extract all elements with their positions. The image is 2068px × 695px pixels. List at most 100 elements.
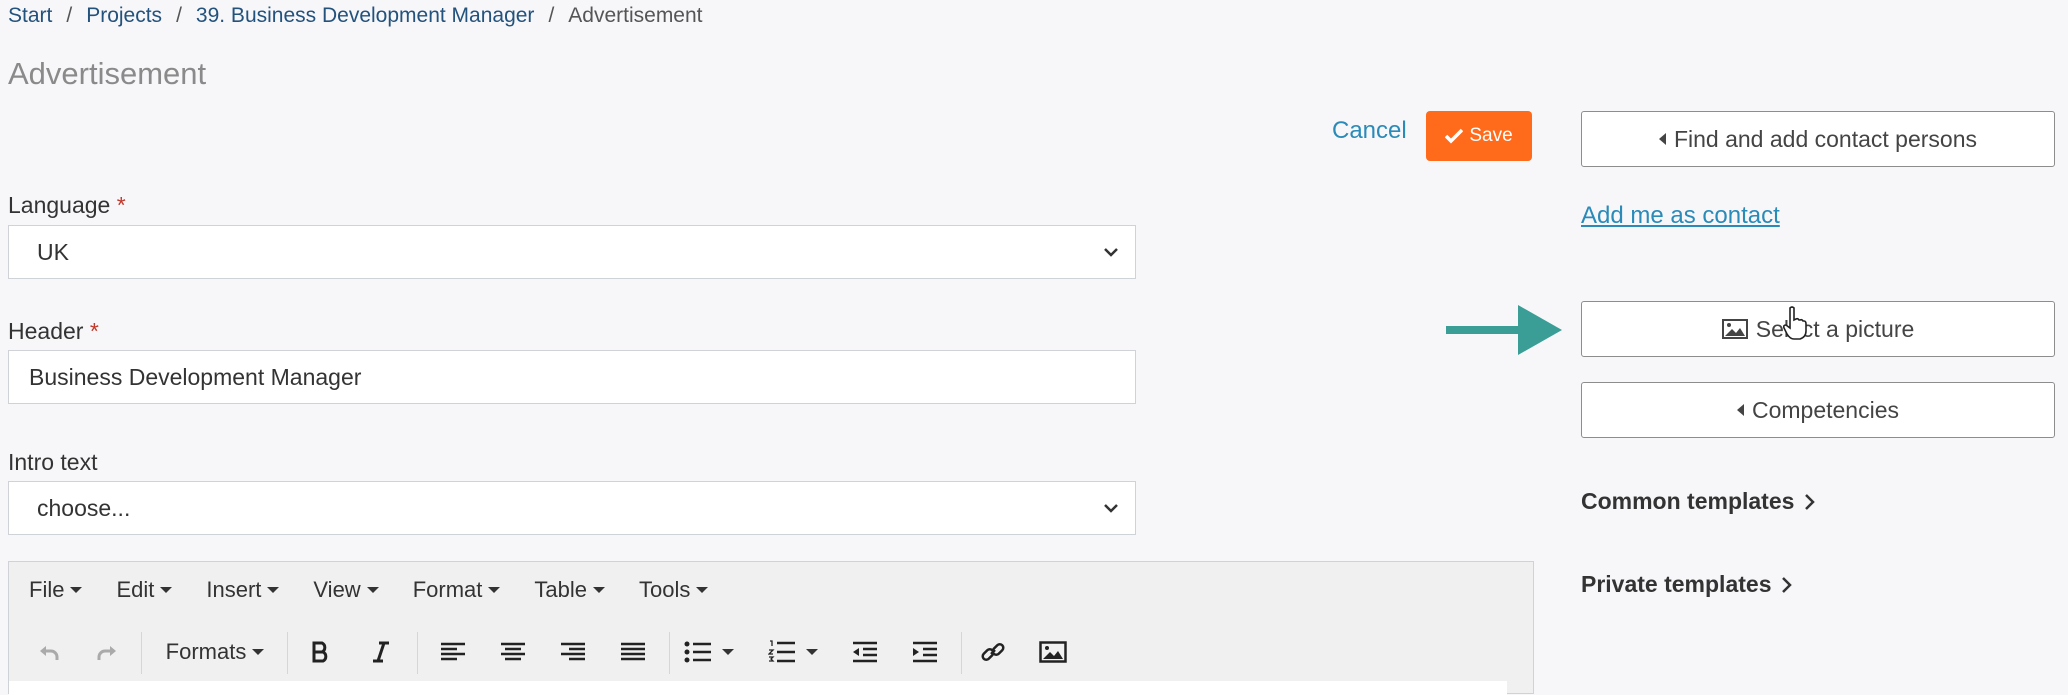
breadcrumb-start[interactable]: Start [8, 4, 52, 27]
cancel-link[interactable]: Cancel [1332, 117, 1407, 145]
undo-icon [40, 646, 59, 660]
mouse-cursor-icon [1782, 306, 1807, 340]
numbered-list-icon [768, 640, 795, 663]
intro-text-select-value: choose... [37, 494, 131, 521]
editor-menubar: File Edit Insert View Format Table Tools [9, 562, 1533, 618]
pointer-arrow-icon [1446, 305, 1562, 355]
competencies-label: Competencies [1751, 396, 1900, 423]
rich-text-editor: File Edit Insert View Format Table Tools… [8, 561, 1534, 695]
select-picture-label: Select a picture [1755, 315, 1915, 342]
header-label: Header * [8, 318, 99, 345]
menu-insert[interactable]: Insert [206, 577, 280, 603]
breadcrumb-separator: / [66, 4, 73, 27]
align-right-icon [561, 642, 585, 661]
menu-tools-label: Tools [638, 577, 691, 602]
toolbar-divider [141, 632, 142, 674]
editor-toolbar: Formats [9, 624, 1533, 680]
numbered-list-button[interactable] [761, 624, 825, 680]
undo-button[interactable] [29, 624, 69, 680]
image-icon [1721, 319, 1748, 339]
italic-button[interactable] [361, 624, 401, 680]
caret-down-icon [160, 587, 173, 593]
formats-dropdown[interactable]: Formats [155, 624, 275, 680]
outdent-button[interactable] [843, 624, 887, 680]
required-mark: * [116, 192, 126, 218]
outdent-icon [853, 641, 877, 663]
menu-tools[interactable]: Tools [638, 577, 709, 603]
toolbar-divider [417, 632, 418, 674]
language-select-value: UK [37, 238, 69, 265]
chevron-down-icon [1104, 504, 1118, 513]
caret-left-icon [1658, 133, 1666, 145]
checkmark-icon [1445, 128, 1464, 144]
indent-icon [913, 641, 937, 663]
menu-insert-label: Insert [206, 577, 262, 602]
bold-button[interactable] [301, 624, 341, 680]
breadcrumb-current: Advertisement [568, 4, 703, 27]
editor-content-area[interactable] [9, 681, 1507, 695]
align-center-icon [501, 642, 525, 661]
header-input-value: Business Development Manager [29, 363, 362, 390]
caret-down-icon [70, 587, 83, 593]
menu-file[interactable]: File [29, 577, 83, 603]
align-center-button[interactable] [491, 624, 535, 680]
indent-button[interactable] [903, 624, 947, 680]
find-contacts-button[interactable]: Find and add contact persons [1581, 111, 2055, 167]
menu-table-label: Table [534, 577, 587, 602]
breadcrumb: Start / Projects / 39. Business Development … [8, 2, 703, 30]
caret-down-icon [488, 587, 501, 593]
menu-format[interactable]: Format [413, 577, 501, 603]
language-label-text: Language [8, 192, 111, 218]
menu-view[interactable]: View [313, 577, 379, 603]
toolbar-divider [287, 632, 288, 674]
required-mark: * [89, 318, 99, 344]
breadcrumb-separator: / [548, 4, 555, 27]
insert-link-button[interactable] [971, 624, 1015, 680]
caret-left-icon [1736, 404, 1744, 416]
menu-table[interactable]: Table [534, 577, 605, 603]
private-templates-toggle[interactable]: Private templates [1581, 571, 1793, 598]
bullet-list-button[interactable] [677, 624, 741, 680]
common-templates-toggle[interactable]: Common templates [1581, 488, 1816, 515]
caret-down-icon [267, 587, 280, 593]
breadcrumb-projects[interactable]: Projects [86, 4, 162, 27]
menu-format-label: Format [412, 577, 483, 602]
header-input[interactable]: Business Development Manager [8, 350, 1136, 404]
toolbar-divider [961, 632, 962, 674]
italic-icon [373, 641, 389, 663]
add-me-as-contact-link[interactable]: Add me as contact [1581, 202, 1780, 230]
caret-down-icon [252, 649, 265, 655]
align-right-button[interactable] [551, 624, 595, 680]
bold-icon [312, 641, 328, 663]
language-select[interactable]: UK [8, 225, 1136, 279]
chevron-down-icon [1104, 248, 1118, 257]
intro-text-select[interactable]: choose... [8, 481, 1136, 535]
find-contacts-label: Find and add contact persons [1673, 125, 1978, 152]
chevron-right-icon [1805, 493, 1816, 510]
common-templates-label: Common templates [1581, 488, 1795, 514]
menu-view-label: View [313, 577, 361, 602]
menu-file-label: File [29, 577, 65, 602]
toolbar-divider [669, 632, 670, 674]
select-picture-button[interactable]: Select a picture [1581, 301, 2055, 357]
insert-image-button[interactable] [1031, 624, 1075, 680]
chevron-right-icon [1782, 576, 1793, 593]
breadcrumb-separator: / [176, 4, 182, 27]
page-title: Advertisement [8, 56, 207, 91]
save-button-label: Save [1469, 125, 1513, 146]
save-button[interactable]: Save [1426, 111, 1532, 161]
menu-edit[interactable]: Edit [116, 577, 173, 603]
caret-down-icon [722, 649, 734, 655]
private-templates-label: Private templates [1581, 571, 1772, 597]
justify-button[interactable] [611, 624, 655, 680]
bullet-list-icon [684, 641, 711, 663]
competencies-button[interactable]: Competencies [1581, 382, 2055, 438]
caret-down-icon [806, 649, 818, 655]
link-icon [981, 642, 1005, 662]
align-left-button[interactable] [431, 624, 475, 680]
caret-down-icon [592, 587, 605, 593]
breadcrumb-project[interactable]: 39. Business Development Manager [196, 4, 535, 27]
intro-text-label: Intro text [8, 449, 98, 475]
formats-label: Formats [165, 639, 247, 664]
redo-button[interactable] [87, 624, 127, 680]
